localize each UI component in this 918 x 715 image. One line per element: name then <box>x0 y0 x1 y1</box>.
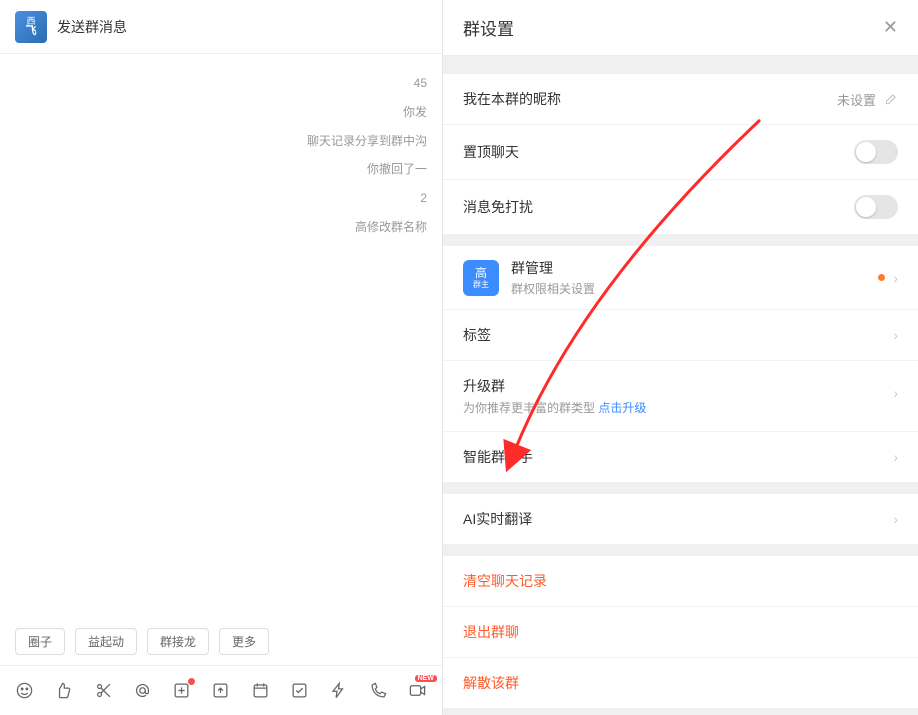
tags-label: 标签 <box>463 325 491 345</box>
chat-area: 西 飞 发送群消息 45 你发 聊天记录分享到群中沟 你撤回了一 2 高修改群名… <box>0 0 443 715</box>
message-item: 45 <box>15 69 427 98</box>
nickname-value: 未设置 <box>837 90 876 109</box>
disband-group-row[interactable]: 解散该群 <box>443 657 918 708</box>
mute-row: 消息免打扰 <box>443 179 918 234</box>
chat-title: 发送群消息 <box>57 17 127 37</box>
chip-more[interactable]: 更多 <box>219 628 269 655</box>
emoji-icon[interactable] <box>15 681 34 701</box>
quick-actions: 圈子 益起动 群接龙 更多 <box>0 618 442 665</box>
nickname-row[interactable]: 我在本群的昵称 未设置 <box>443 74 918 124</box>
disband-group-label: 解散该群 <box>463 673 519 693</box>
message-item: 聊天记录分享到群中沟 <box>15 127 427 156</box>
translate-row[interactable]: AI实时翻译 › <box>443 494 918 544</box>
message-item: 2 <box>15 184 427 213</box>
close-icon[interactable]: ✕ <box>883 17 898 38</box>
message-item: 高修改群名称 <box>15 213 427 242</box>
chevron-right-icon: › <box>893 449 898 465</box>
owner-badge-top: 高 <box>475 267 487 279</box>
clear-chat-label: 清空聊天记录 <box>463 571 547 591</box>
chip-chain[interactable]: 群接龙 <box>147 628 209 655</box>
lightning-icon[interactable] <box>329 681 348 701</box>
mute-toggle[interactable] <box>854 195 898 219</box>
input-toolbar: NEW <box>0 665 442 715</box>
tags-row[interactable]: 标签 › <box>443 309 918 360</box>
message-item: 你撤回了一 <box>15 155 427 184</box>
chevron-right-icon: › <box>893 385 898 401</box>
panel-header: 群设置 ✕ <box>443 0 918 56</box>
upgrade-subtitle: 为你推荐更丰富的群类型 点击升级 <box>463 399 646 416</box>
pin-top-row: 置顶聊天 <box>443 124 918 179</box>
panel-title: 群设置 <box>463 15 514 40</box>
thumbs-up-icon[interactable] <box>54 681 73 701</box>
chevron-right-icon: › <box>893 270 898 286</box>
leave-group-label: 退出群聊 <box>463 622 519 642</box>
leave-group-row[interactable]: 退出群聊 <box>443 606 918 657</box>
chat-header: 西 飞 发送群消息 <box>0 0 442 54</box>
notification-dot <box>878 274 885 281</box>
chip-circle[interactable]: 圈子 <box>15 628 65 655</box>
group-mgmt-title: 群管理 <box>511 258 878 278</box>
mention-icon[interactable] <box>133 681 152 701</box>
pin-top-label: 置顶聊天 <box>463 142 519 162</box>
group-mgmt-subtitle: 群权限相关设置 <box>511 280 878 297</box>
checklist-icon[interactable] <box>290 681 309 701</box>
message-list: 45 你发 聊天记录分享到群中沟 你撤回了一 2 高修改群名称 <box>0 54 442 618</box>
owner-badge: 高 群主 <box>463 260 499 296</box>
group-management-row[interactable]: 高 群主 群管理 群权限相关设置 › <box>443 246 918 309</box>
avatar-line2: 飞 <box>26 26 37 37</box>
nickname-label: 我在本群的昵称 <box>463 89 561 109</box>
mute-label: 消息免打扰 <box>463 197 533 217</box>
scissors-icon[interactable] <box>94 681 113 701</box>
upgrade-label: 升级群 <box>463 376 505 396</box>
owner-badge-small: 群主 <box>473 281 489 289</box>
assistant-row[interactable]: 智能群助手 › <box>443 431 918 482</box>
message-item: 你发 <box>15 98 427 127</box>
video-icon[interactable]: NEW <box>408 681 427 701</box>
clear-chat-row[interactable]: 清空聊天记录 <box>443 556 918 606</box>
upgrade-row[interactable]: 升级群 为你推荐更丰富的群类型 点击升级 › <box>443 360 918 431</box>
pin-top-toggle[interactable] <box>854 140 898 164</box>
settings-panel: 群设置 ✕ 我在本群的昵称 未设置 置顶聊天 消息免打扰 高 群主 群管理 <box>443 0 918 715</box>
translate-label: AI实时翻译 <box>463 509 532 529</box>
upgrade-link[interactable]: 点击升级 <box>598 401 646 415</box>
group-mgmt-text: 群管理 群权限相关设置 <box>511 258 878 297</box>
group-avatar[interactable]: 西 飞 <box>15 11 47 43</box>
upload-icon[interactable] <box>211 681 230 701</box>
assistant-label: 智能群助手 <box>463 447 533 467</box>
edit-icon <box>884 92 898 106</box>
chevron-right-icon: › <box>893 511 898 527</box>
calendar-icon[interactable] <box>251 681 270 701</box>
chip-activity[interactable]: 益起动 <box>75 628 137 655</box>
phone-icon[interactable] <box>368 681 387 701</box>
attach-icon[interactable] <box>172 681 191 701</box>
chevron-right-icon: › <box>893 327 898 343</box>
